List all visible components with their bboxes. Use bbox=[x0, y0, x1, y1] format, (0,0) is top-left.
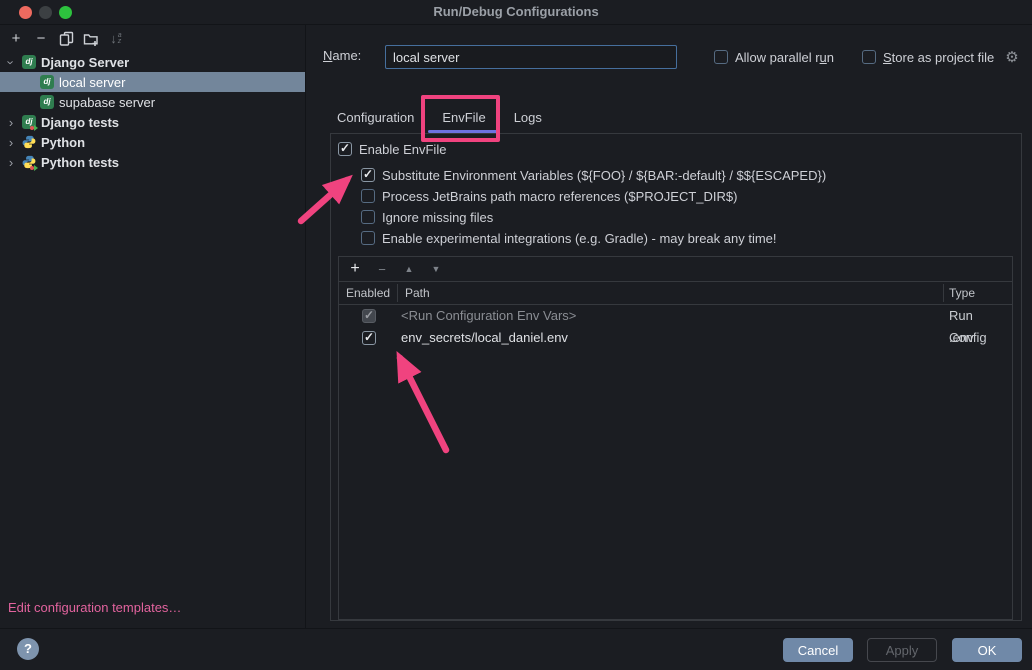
window-title: Run/Debug Configurations bbox=[0, 0, 1032, 25]
apply-button[interactable]: Apply bbox=[867, 638, 937, 662]
sort-configurations-icon[interactable]: ↓ a z bbox=[108, 30, 124, 48]
tree-item-python-tests[interactable]: › Python tests bbox=[0, 152, 305, 172]
table-row-env-secrets[interactable]: env_secrets/local_daniel.env .env bbox=[339, 327, 1012, 349]
configuration-tabs: Configuration EnvFile Logs bbox=[323, 106, 556, 132]
cancel-button[interactable]: Cancel bbox=[783, 638, 853, 662]
checkbox-icon[interactable] bbox=[361, 210, 375, 224]
tab-logs[interactable]: Logs bbox=[500, 106, 556, 132]
tree-item-local-server[interactable]: dj local server bbox=[0, 72, 305, 92]
tree-item-label: local server bbox=[59, 75, 125, 90]
move-down-icon[interactable]: ▼ bbox=[428, 264, 444, 274]
configurations-sidebar: + − ↓ a z bbox=[0, 25, 306, 628]
substitute-env-vars-checkbox[interactable]: Substitute Environment Variables (${FOO}… bbox=[361, 165, 826, 185]
allow-parallel-run-label: Allow parallel run bbox=[735, 50, 834, 65]
tree-item-python[interactable]: › Python bbox=[0, 132, 305, 152]
column-header-path: Path bbox=[405, 282, 430, 304]
option-label: Substitute Environment Variables (${FOO}… bbox=[382, 168, 826, 183]
checkbox-icon[interactable] bbox=[862, 50, 876, 64]
env-file-type: .env bbox=[949, 327, 974, 349]
option-label: Process JetBrains path macro references … bbox=[382, 189, 737, 204]
ok-button[interactable]: OK bbox=[952, 638, 1022, 662]
test-badge-icon bbox=[30, 164, 38, 171]
sidebar-toolbar: + − ↓ a z bbox=[0, 25, 133, 52]
env-files-table: + − ▲ ▼ Enabled Path Type <Run Configura… bbox=[338, 256, 1013, 620]
store-as-project-file-checkbox[interactable]: Store as project file ⚙ bbox=[862, 45, 1019, 69]
checkbox-checked-icon[interactable] bbox=[338, 142, 352, 156]
python-tests-icon bbox=[22, 155, 36, 169]
allow-parallel-run-checkbox[interactable]: Allow parallel run bbox=[714, 45, 834, 69]
chevron-right-icon[interactable]: › bbox=[4, 155, 18, 170]
new-folder-icon[interactable] bbox=[83, 30, 99, 48]
copy-configuration-icon[interactable] bbox=[58, 30, 74, 48]
option-label: Enable EnvFile bbox=[359, 142, 446, 157]
table-header: Enabled Path Type bbox=[339, 282, 1012, 305]
django-icon: dj bbox=[22, 55, 36, 69]
column-header-enabled: Enabled bbox=[346, 282, 390, 304]
python-icon bbox=[22, 135, 36, 149]
enable-envfile-checkbox[interactable]: Enable EnvFile bbox=[338, 139, 446, 159]
process-path-macro-checkbox[interactable]: Process JetBrains path macro references … bbox=[361, 186, 737, 206]
run-debug-configurations-dialog: Run/Debug Configurations + − ↓ bbox=[0, 0, 1032, 670]
chevron-right-icon[interactable]: › bbox=[4, 115, 18, 130]
name-input[interactable] bbox=[385, 45, 677, 69]
checkbox-icon[interactable] bbox=[361, 231, 375, 245]
remove-env-file-icon[interactable]: − bbox=[374, 262, 390, 277]
column-separator[interactable] bbox=[397, 284, 398, 302]
checkbox-icon[interactable] bbox=[714, 50, 728, 64]
experimental-integrations-checkbox[interactable]: Enable experimental integrations (e.g. G… bbox=[361, 228, 777, 248]
help-button[interactable]: ? bbox=[17, 638, 39, 660]
checkbox-icon[interactable] bbox=[361, 189, 375, 203]
env-file-path: env_secrets/local_daniel.env bbox=[401, 327, 568, 349]
tab-configuration[interactable]: Configuration bbox=[323, 106, 428, 132]
remove-configuration-icon[interactable]: − bbox=[33, 30, 49, 48]
title-bar: Run/Debug Configurations bbox=[0, 0, 1032, 25]
ignore-missing-files-checkbox[interactable]: Ignore missing files bbox=[361, 207, 493, 227]
test-badge-icon bbox=[30, 124, 38, 131]
add-env-file-icon[interactable]: + bbox=[347, 260, 363, 278]
checkbox-checked-icon[interactable] bbox=[362, 331, 376, 345]
django-icon: dj bbox=[40, 75, 54, 89]
add-configuration-icon[interactable]: + bbox=[8, 30, 24, 48]
table-toolbar: + − ▲ ▼ bbox=[339, 257, 1012, 282]
django-tests-icon: dj bbox=[22, 115, 36, 129]
table-row-run-config-env-vars[interactable]: <Run Configuration Env Vars> Run Config bbox=[339, 305, 1012, 327]
env-file-path: <Run Configuration Env Vars> bbox=[401, 305, 576, 327]
sort-letter-z: z bbox=[118, 39, 122, 45]
tree-item-label: Python tests bbox=[41, 155, 119, 170]
column-separator[interactable] bbox=[943, 284, 944, 302]
tree-item-label: supabase server bbox=[59, 95, 155, 110]
column-header-type: Type bbox=[949, 282, 975, 304]
chevron-down-icon[interactable]: › bbox=[4, 55, 19, 69]
configurations-tree: › dj Django Server dj local server dj su… bbox=[0, 52, 305, 172]
checkbox-checked-icon[interactable] bbox=[361, 168, 375, 182]
tree-item-django-server[interactable]: › dj Django Server bbox=[0, 52, 305, 72]
gear-icon[interactable]: ⚙ bbox=[1005, 48, 1018, 66]
store-as-project-file-label: Store as project file bbox=[883, 50, 994, 65]
tree-item-label: Django tests bbox=[41, 115, 119, 130]
tab-envfile[interactable]: EnvFile bbox=[428, 106, 499, 132]
tree-item-django-tests[interactable]: › dj Django tests bbox=[0, 112, 305, 132]
tree-item-supabase-server[interactable]: dj supabase server bbox=[0, 92, 305, 112]
chevron-right-icon[interactable]: › bbox=[4, 135, 18, 150]
option-label: Enable experimental integrations (e.g. G… bbox=[382, 231, 777, 246]
sort-arrow: ↓ bbox=[110, 32, 117, 45]
django-icon: dj bbox=[40, 95, 54, 109]
move-up-icon[interactable]: ▲ bbox=[401, 264, 417, 274]
checkbox-checked-disabled-icon bbox=[362, 309, 376, 323]
envfile-panel: Enable EnvFile Substitute Environment Va… bbox=[330, 133, 1022, 621]
option-label: Ignore missing files bbox=[382, 210, 493, 225]
configuration-editor: Name: Allow parallel run Store as projec… bbox=[307, 25, 1032, 628]
dialog-footer: ? Cancel Apply OK bbox=[0, 628, 1032, 670]
name-label: Name: bbox=[323, 48, 361, 63]
edit-configuration-templates-link[interactable]: Edit configuration templates… bbox=[8, 600, 181, 615]
tree-item-label: Django Server bbox=[41, 55, 129, 70]
tree-item-label: Python bbox=[41, 135, 85, 150]
